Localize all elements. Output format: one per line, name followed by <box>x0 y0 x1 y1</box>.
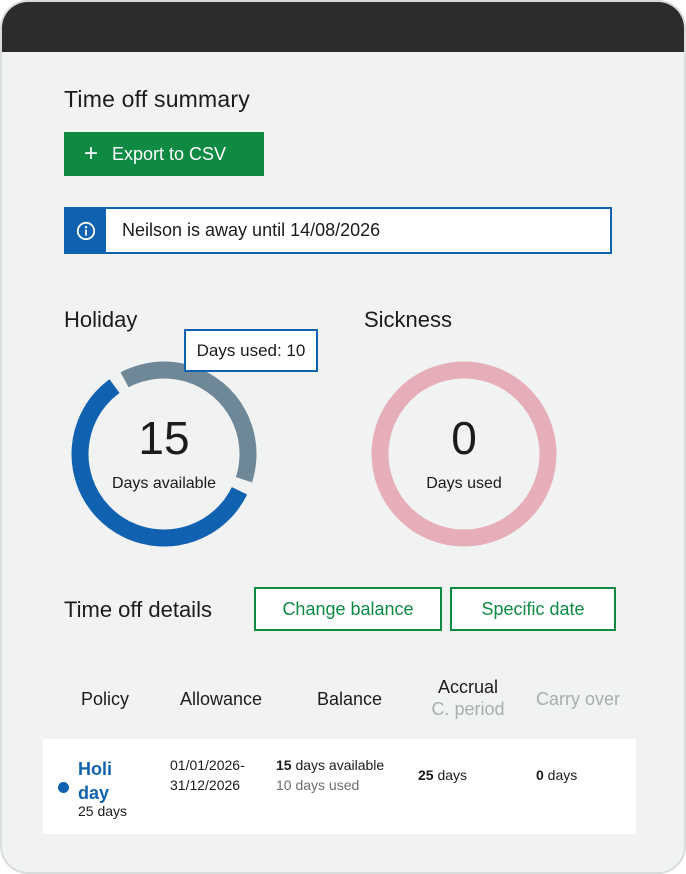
header-policy[interactable]: Policy <box>64 688 146 710</box>
carry-over-number: 0 <box>536 767 544 783</box>
sickness-used-number: 0 <box>451 412 477 464</box>
away-notice: Neilson is away until 14/08/2026 <box>64 207 612 254</box>
sickness-used-caption: Days used <box>426 475 502 492</box>
accrual-text: days <box>433 767 468 783</box>
allowance-cell: 01/01/2026- 31/12/2026 <box>170 755 245 795</box>
change-balance-button[interactable]: Change balance <box>254 587 442 631</box>
balance-cell: 15 days available 10 days used <box>276 755 384 795</box>
sickness-heading: Sickness <box>364 307 453 332</box>
days-used-tooltip: Days used: 10 <box>184 329 318 372</box>
carry-over-cell: 0 days <box>536 765 577 785</box>
top-bar <box>2 2 684 52</box>
header-allowance[interactable]: Allowance <box>166 688 276 710</box>
policy-days: 25 days <box>78 803 128 819</box>
allowance-end: 31/12/2026 <box>170 777 241 793</box>
sickness-ring-center: 0 Days used <box>364 357 564 551</box>
balance-available-text: days available <box>291 757 385 773</box>
table-row: Holi day 25 days 01/01/2026- 31/12/2026 … <box>43 739 636 834</box>
holiday-heading: Holiday <box>64 307 138 332</box>
header-accrual-label: Accrual <box>437 677 499 697</box>
time-off-details-heading: Time off details <box>64 597 212 622</box>
page-title: Time off summary <box>64 86 250 112</box>
app-window: Time off summary + Export to CSV Neilson… <box>0 0 686 874</box>
info-icon <box>66 209 106 252</box>
holiday-ring-center: 15 Days available <box>64 357 264 551</box>
balance-available: 15 days available <box>276 755 384 775</box>
policy-link[interactable]: Holi day <box>78 757 138 805</box>
export-csv-button[interactable]: + Export to CSV <box>64 132 264 176</box>
header-accrual-period: C. period <box>431 699 505 719</box>
accrual-cell: 25 days <box>418 765 467 785</box>
carry-over-text: days <box>543 767 578 783</box>
plus-icon: + <box>84 140 99 167</box>
header-carry-over[interactable]: Carry over <box>526 688 630 710</box>
accrual-number: 25 <box>418 767 434 783</box>
balance-used: 10 days used <box>276 777 360 793</box>
specific-date-button[interactable]: Specific date <box>450 587 616 631</box>
balance-available-number: 15 <box>276 757 292 773</box>
header-balance[interactable]: Balance <box>302 688 397 710</box>
holiday-available-caption: Days available <box>111 475 217 492</box>
policy-status-dot <box>58 782 69 793</box>
notice-text: Neilson is away until 14/08/2026 <box>122 220 381 240</box>
holiday-available-number: 15 <box>138 412 190 464</box>
header-accrual[interactable]: Accrual C. period <box>416 676 520 720</box>
allowance-start: 01/01/2026- <box>170 757 245 773</box>
export-csv-label: Export to CSV <box>112 143 227 164</box>
